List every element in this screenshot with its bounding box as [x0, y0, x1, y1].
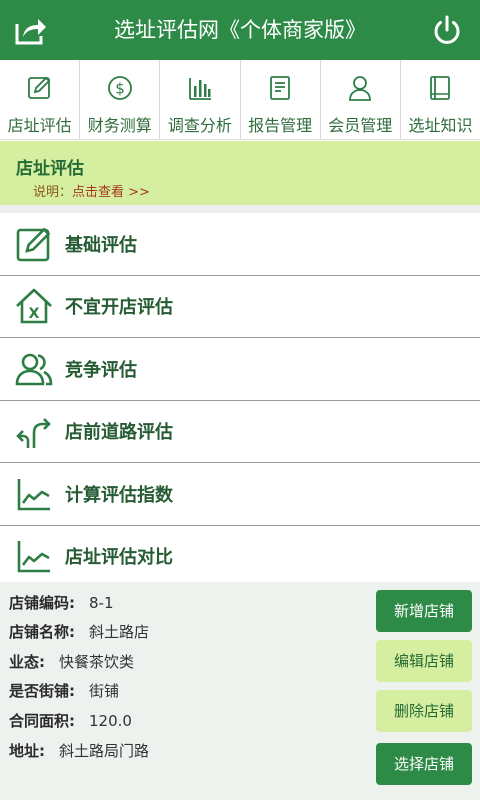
nav-label: 店址评估 [7, 116, 72, 135]
app-screen: 选址评估网《个体商家版》 店址评估 $ 财务测算 调查分析 报告管理 会员管理 [0, 0, 480, 800]
divider [0, 205, 480, 213]
store-type-line: 业态: 快餐茶饮类 [9, 651, 134, 672]
menu-item-compare[interactable]: 店址评估对比 [0, 525, 480, 588]
description-prefix: 说明： [33, 185, 73, 200]
nav-label: 财务测算 [87, 116, 152, 135]
store-name-label: 店铺名称: [9, 623, 75, 641]
add-store-button[interactable]: 新增店铺 [376, 590, 472, 632]
store-street-line: 是否街铺: 街铺 [9, 680, 119, 701]
nav-label: 选址知识 [408, 116, 473, 135]
header-bar: 选址评估网《个体商家版》 [0, 0, 480, 60]
house-x-icon: X [12, 284, 56, 328]
store-name-value: 斜土路店 [89, 623, 150, 641]
store-area-line: 合同面积: 120.0 [9, 710, 132, 731]
section-title: 店址评估 [16, 159, 84, 179]
menu-item-unsuitable-eval[interactable]: X 不宜开店评估 [0, 275, 480, 338]
line-chart-icon [12, 534, 56, 578]
section-description: 说明：点击查看 >> [33, 181, 150, 200]
eval-menu-list: 基础评估 X 不宜开店评估 竞争评估 店前道路评估 计算评估指数 店址评估对比 [0, 213, 480, 588]
user-icon [349, 76, 372, 101]
nav-label: 会员管理 [328, 116, 393, 135]
report-icon [270, 76, 290, 100]
store-name-line: 店铺名称: 斜土路店 [9, 621, 149, 642]
nav-item-store-eval[interactable]: 店址评估 [0, 60, 81, 139]
menu-item-label: 不宜开店评估 [65, 297, 173, 319]
select-store-button[interactable]: 选择店铺 [376, 743, 472, 785]
svg-text:X: X [29, 306, 40, 322]
store-address-line: 地址: 斜土路局门路 [9, 740, 149, 761]
menu-item-label: 店前道路评估 [65, 422, 173, 444]
store-info-panel: 店铺编码: 8-1 店铺名称: 斜土路店 业态: 快餐茶饮类 是否街铺: 街铺 合同面积… [0, 582, 480, 800]
store-area-label: 合同面积: [9, 712, 75, 730]
store-code-label: 店铺编码: [9, 594, 75, 612]
nav-item-members[interactable]: 会员管理 [321, 60, 401, 139]
users-icon [12, 347, 56, 391]
store-address-label: 地址: [9, 742, 45, 760]
edit-icon [27, 76, 50, 99]
store-type-value: 快餐茶饮类 [59, 653, 135, 671]
store-code-line: 店铺编码: 8-1 [9, 592, 114, 613]
line-chart-icon [12, 472, 56, 516]
menu-item-label: 计算评估指数 [65, 484, 173, 506]
nav-label: 调查分析 [167, 116, 232, 135]
road-arrows-icon [12, 409, 56, 453]
menu-item-basic-eval[interactable]: 基础评估 [0, 213, 480, 276]
nav-label: 报告管理 [248, 116, 313, 135]
store-street-value: 街铺 [89, 682, 120, 700]
store-address-value: 斜土路局门路 [59, 742, 150, 760]
edit-store-button[interactable]: 编辑店铺 [376, 640, 472, 682]
nav-item-knowledge[interactable]: 选址知识 [401, 60, 480, 139]
power-icon[interactable] [432, 14, 462, 46]
menu-item-competition-eval[interactable]: 竞争评估 [0, 338, 480, 401]
store-type-label: 业态: [9, 653, 45, 671]
view-details-link[interactable]: 点击查看 >> [72, 185, 150, 200]
app-title: 选址评估网《个体商家版》 [114, 18, 366, 42]
store-code-value: 8-1 [89, 594, 114, 612]
menu-item-label: 竞争评估 [65, 359, 137, 381]
top-nav: 店址评估 $ 财务测算 调查分析 报告管理 会员管理 选址知识 [0, 60, 480, 140]
bar-chart-icon [189, 78, 211, 100]
dollar-icon: $ [107, 76, 132, 100]
book-icon [430, 76, 451, 100]
store-area-value: 120.0 [89, 712, 132, 730]
delete-store-button[interactable]: 删除店铺 [376, 690, 472, 732]
menu-item-road-eval[interactable]: 店前道路评估 [0, 400, 480, 463]
nav-item-finance[interactable]: $ 财务测算 [80, 60, 161, 139]
menu-item-calc-index[interactable]: 计算评估指数 [0, 463, 480, 526]
svg-text:$: $ [115, 80, 125, 98]
menu-item-label: 店址评估对比 [65, 547, 173, 569]
section-notice: 店址评估 说明：点击查看 >> [0, 141, 480, 205]
edit-icon [12, 222, 56, 266]
menu-item-label: 基础评估 [65, 234, 137, 256]
nav-item-reports[interactable]: 报告管理 [241, 60, 321, 139]
store-street-label: 是否街铺: [9, 682, 75, 700]
nav-item-survey[interactable]: 调查分析 [160, 60, 241, 139]
